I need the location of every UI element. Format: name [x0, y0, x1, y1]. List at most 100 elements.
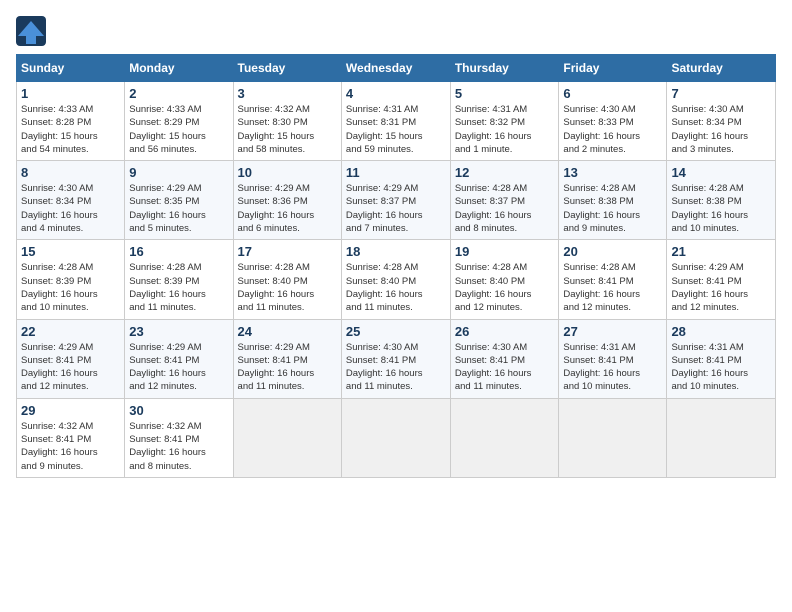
calendar-day-cell: 15 Sunrise: 4:28 AM Sunset: 8:39 PM Dayli… — [17, 240, 125, 319]
calendar-header-day: Thursday — [450, 55, 559, 82]
day-info: Sunrise: 4:30 AM Sunset: 8:33 PM Dayligh… — [563, 103, 662, 156]
calendar-table: SundayMondayTuesdayWednesdayThursdayFrid… — [16, 54, 776, 478]
day-number: 27 — [563, 324, 662, 339]
day-info: Sunrise: 4:28 AM Sunset: 8:39 PM Dayligh… — [129, 261, 228, 314]
day-info: Sunrise: 4:33 AM Sunset: 8:29 PM Dayligh… — [129, 103, 228, 156]
day-number: 7 — [671, 86, 771, 101]
calendar-day-cell: 24 Sunrise: 4:29 AM Sunset: 8:41 PM Dayli… — [233, 319, 341, 398]
calendar-day-cell: 21 Sunrise: 4:29 AM Sunset: 8:41 PM Dayli… — [667, 240, 776, 319]
day-info: Sunrise: 4:29 AM Sunset: 8:41 PM Dayligh… — [238, 341, 337, 394]
calendar-header-day: Saturday — [667, 55, 776, 82]
day-info: Sunrise: 4:29 AM Sunset: 8:41 PM Dayligh… — [671, 261, 771, 314]
calendar-header-day: Tuesday — [233, 55, 341, 82]
day-number: 28 — [671, 324, 771, 339]
calendar-day-cell: 20 Sunrise: 4:28 AM Sunset: 8:41 PM Dayli… — [559, 240, 667, 319]
day-number: 3 — [238, 86, 337, 101]
day-number: 16 — [129, 244, 228, 259]
calendar-day-cell: 13 Sunrise: 4:28 AM Sunset: 8:38 PM Dayli… — [559, 161, 667, 240]
calendar-day-cell: 19 Sunrise: 4:28 AM Sunset: 8:40 PM Dayli… — [450, 240, 559, 319]
day-info: Sunrise: 4:29 AM Sunset: 8:36 PM Dayligh… — [238, 182, 337, 235]
calendar-day-cell: 17Sunrise: 4:28 AM Sunset: 8:40 PM Dayli… — [233, 240, 341, 319]
day-number: 6 — [563, 86, 662, 101]
calendar-day-cell: 30Sunrise: 4:32 AM Sunset: 8:41 PM Dayli… — [125, 398, 233, 477]
calendar-week-row: 15 Sunrise: 4:28 AM Sunset: 8:39 PM Dayli… — [17, 240, 776, 319]
day-info: Sunrise: 4:30 AM Sunset: 8:34 PM Dayligh… — [671, 103, 771, 156]
day-number: 30 — [129, 403, 228, 418]
day-number: 29 — [21, 403, 120, 418]
calendar-week-row: 22Sunrise: 4:29 AM Sunset: 8:41 PM Dayli… — [17, 319, 776, 398]
calendar-day-cell: 25Sunrise: 4:30 AM Sunset: 8:41 PM Dayli… — [341, 319, 450, 398]
day-number: 20 — [563, 244, 662, 259]
calendar-day-cell: 5Sunrise: 4:31 AM Sunset: 8:32 PM Daylig… — [450, 82, 559, 161]
calendar-header-day: Monday — [125, 55, 233, 82]
day-number: 8 — [21, 165, 120, 180]
day-info: Sunrise: 4:29 AM Sunset: 8:37 PM Dayligh… — [346, 182, 446, 235]
day-info: Sunrise: 4:28 AM Sunset: 8:39 PM Dayligh… — [21, 261, 120, 314]
calendar-week-row: 8 Sunrise: 4:30 AM Sunset: 8:34 PM Daylig… — [17, 161, 776, 240]
calendar-day-cell: 7 Sunrise: 4:30 AM Sunset: 8:34 PM Daylig… — [667, 82, 776, 161]
day-info: Sunrise: 4:30 AM Sunset: 8:41 PM Dayligh… — [346, 341, 446, 394]
day-number: 26 — [455, 324, 555, 339]
calendar-day-cell: 12 Sunrise: 4:28 AM Sunset: 8:37 PM Dayli… — [450, 161, 559, 240]
calendar-day-cell: 8 Sunrise: 4:30 AM Sunset: 8:34 PM Daylig… — [17, 161, 125, 240]
day-number: 10 — [238, 165, 337, 180]
page-header — [16, 16, 776, 46]
calendar-day-cell: 23Sunrise: 4:29 AM Sunset: 8:41 PM Dayli… — [125, 319, 233, 398]
calendar-day-cell — [450, 398, 559, 477]
day-info: Sunrise: 4:31 AM Sunset: 8:41 PM Dayligh… — [563, 341, 662, 394]
calendar-day-cell: 28 Sunrise: 4:31 AM Sunset: 8:41 PM Dayli… — [667, 319, 776, 398]
calendar-day-cell: 16 Sunrise: 4:28 AM Sunset: 8:39 PM Dayli… — [125, 240, 233, 319]
day-number: 18 — [346, 244, 446, 259]
day-number: 14 — [671, 165, 771, 180]
calendar-day-cell: 11 Sunrise: 4:29 AM Sunset: 8:37 PM Dayli… — [341, 161, 450, 240]
day-number: 9 — [129, 165, 228, 180]
day-info: Sunrise: 4:32 AM Sunset: 8:30 PM Dayligh… — [238, 103, 337, 156]
calendar-day-cell: 14 Sunrise: 4:28 AM Sunset: 8:38 PM Dayli… — [667, 161, 776, 240]
calendar-week-row: 29Sunrise: 4:32 AM Sunset: 8:41 PM Dayli… — [17, 398, 776, 477]
day-number: 1 — [21, 86, 120, 101]
day-info: Sunrise: 4:29 AM Sunset: 8:35 PM Dayligh… — [129, 182, 228, 235]
calendar-day-cell: 10 Sunrise: 4:29 AM Sunset: 8:36 PM Dayli… — [233, 161, 341, 240]
day-number: 11 — [346, 165, 446, 180]
calendar-day-cell: 2Sunrise: 4:33 AM Sunset: 8:29 PM Daylig… — [125, 82, 233, 161]
calendar-day-cell — [233, 398, 341, 477]
calendar-day-cell: 26 Sunrise: 4:30 AM Sunset: 8:41 PM Dayli… — [450, 319, 559, 398]
day-info: Sunrise: 4:28 AM Sunset: 8:38 PM Dayligh… — [563, 182, 662, 235]
calendar-header-day: Sunday — [17, 55, 125, 82]
day-info: Sunrise: 4:28 AM Sunset: 8:41 PM Dayligh… — [563, 261, 662, 314]
day-info: Sunrise: 4:31 AM Sunset: 8:31 PM Dayligh… — [346, 103, 446, 156]
day-number: 12 — [455, 165, 555, 180]
day-info: Sunrise: 4:30 AM Sunset: 8:41 PM Dayligh… — [455, 341, 555, 394]
calendar-day-cell — [667, 398, 776, 477]
day-info: Sunrise: 4:28 AM Sunset: 8:40 PM Dayligh… — [346, 261, 446, 314]
day-number: 21 — [671, 244, 771, 259]
calendar-header-day: Wednesday — [341, 55, 450, 82]
day-number: 13 — [563, 165, 662, 180]
day-number: 5 — [455, 86, 555, 101]
day-number: 24 — [238, 324, 337, 339]
day-info: Sunrise: 4:33 AM Sunset: 8:28 PM Dayligh… — [21, 103, 120, 156]
day-number: 4 — [346, 86, 446, 101]
calendar-day-cell — [341, 398, 450, 477]
day-info: Sunrise: 4:28 AM Sunset: 8:38 PM Dayligh… — [671, 182, 771, 235]
calendar-body: 1 Sunrise: 4:33 AM Sunset: 8:28 PM Daylig… — [17, 82, 776, 478]
calendar-day-cell — [559, 398, 667, 477]
day-number: 15 — [21, 244, 120, 259]
calendar-day-cell: 3 Sunrise: 4:32 AM Sunset: 8:30 PM Daylig… — [233, 82, 341, 161]
calendar-day-cell: 9 Sunrise: 4:29 AM Sunset: 8:35 PM Daylig… — [125, 161, 233, 240]
day-info: Sunrise: 4:30 AM Sunset: 8:34 PM Dayligh… — [21, 182, 120, 235]
calendar-day-cell: 1 Sunrise: 4:33 AM Sunset: 8:28 PM Daylig… — [17, 82, 125, 161]
calendar-day-cell: 4 Sunrise: 4:31 AM Sunset: 8:31 PM Daylig… — [341, 82, 450, 161]
calendar-day-cell: 18 Sunrise: 4:28 AM Sunset: 8:40 PM Dayli… — [341, 240, 450, 319]
day-info: Sunrise: 4:29 AM Sunset: 8:41 PM Dayligh… — [129, 341, 228, 394]
calendar-day-cell: 22Sunrise: 4:29 AM Sunset: 8:41 PM Dayli… — [17, 319, 125, 398]
calendar-week-row: 1 Sunrise: 4:33 AM Sunset: 8:28 PM Daylig… — [17, 82, 776, 161]
day-number: 17 — [238, 244, 337, 259]
logo — [16, 16, 50, 46]
day-number: 19 — [455, 244, 555, 259]
day-info: Sunrise: 4:28 AM Sunset: 8:40 PM Dayligh… — [455, 261, 555, 314]
logo-icon — [16, 16, 46, 46]
day-info: Sunrise: 4:31 AM Sunset: 8:41 PM Dayligh… — [671, 341, 771, 394]
calendar-day-cell: 29Sunrise: 4:32 AM Sunset: 8:41 PM Dayli… — [17, 398, 125, 477]
day-info: Sunrise: 4:28 AM Sunset: 8:37 PM Dayligh… — [455, 182, 555, 235]
